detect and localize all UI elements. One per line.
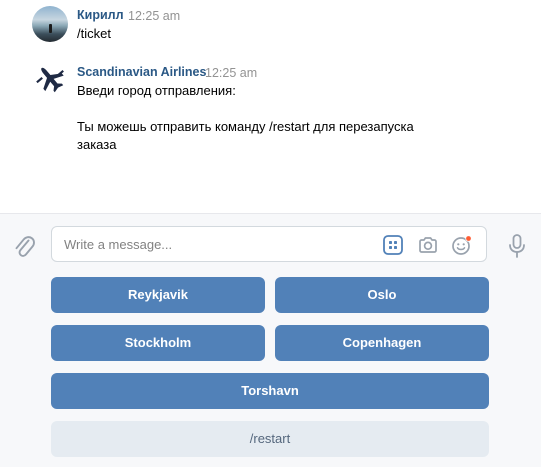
keyboard-button-oslo[interactable]: Oslo [275,277,489,313]
message-item: Кирилл 12:25 am /ticket [0,0,541,50]
keyboard-icon[interactable] [382,234,404,256]
message-time: 12:25 am [128,9,181,23]
keyboard-button-copenhagen[interactable]: Copenhagen [275,325,489,361]
message-text-line: Введи город отправления: [77,83,236,98]
airplane-logo-icon [36,67,64,93]
message-author[interactable]: Scandinavian Airlines [77,65,206,79]
attach-icon[interactable] [13,234,35,260]
message-text-line: заказа [77,137,117,152]
message-text: /ticket [77,26,111,41]
user-avatar[interactable] [32,6,68,42]
message-text-line: Ты можешь отправить команду /restart для… [77,119,414,134]
avatar-figure [49,24,52,33]
message-author[interactable]: Кирилл [77,8,124,22]
message-item: Scandinavian Airlines 12:25 am Введи гор… [0,55,541,165]
message-time: 12:25 am [205,66,258,80]
keyboard-button-restart[interactable]: /restart [51,421,489,457]
emoji-icon[interactable] [451,234,473,256]
notification-dot [466,236,471,241]
message-history: Кирилл 12:25 am /ticket Scandinavian Air… [0,0,541,213]
bot-avatar[interactable] [32,60,68,96]
keyboard-button-torshavn[interactable]: Torshavn [51,373,489,409]
message-input-box [51,226,487,262]
keyboard-button-reykjavik[interactable]: Reykjavik [51,277,265,313]
keyboard-button-stockholm[interactable]: Stockholm [51,325,265,361]
microphone-icon[interactable] [507,233,527,259]
camera-icon[interactable] [417,234,439,256]
message-input[interactable] [64,235,364,253]
